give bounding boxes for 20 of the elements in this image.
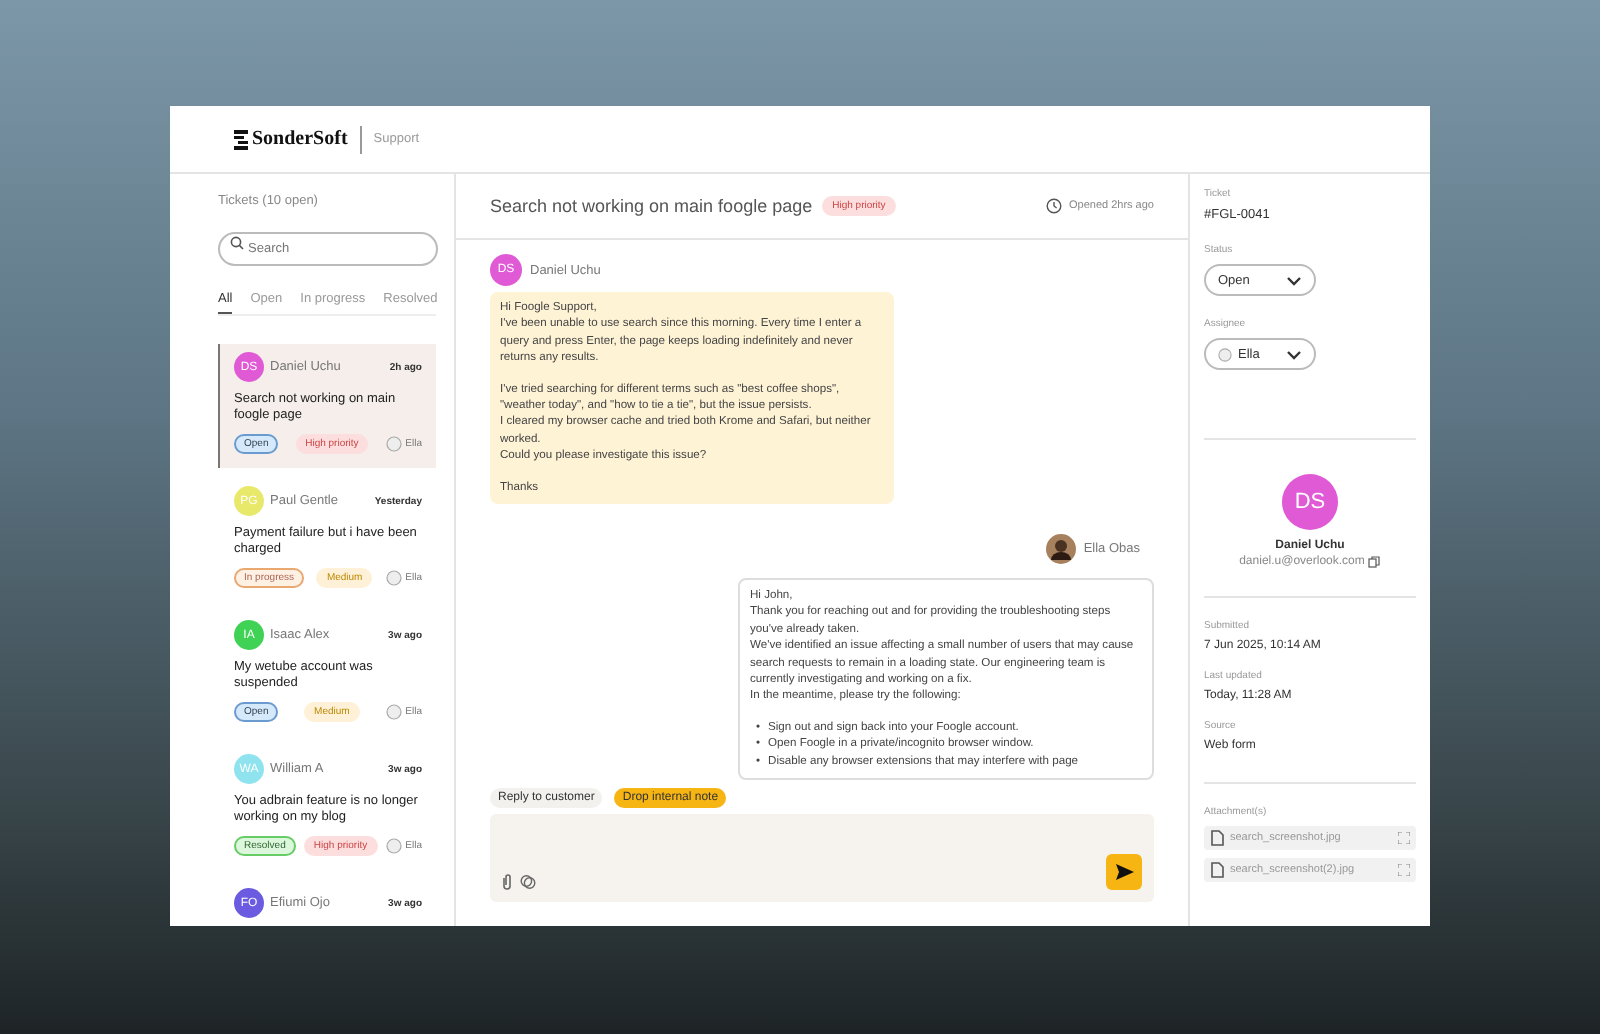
- agent-avatar-icon: [1045, 533, 1076, 563]
- clock-icon: [1046, 198, 1063, 214]
- customer-avatar: DS: [1282, 474, 1338, 530]
- brand-name: SonderSoft: [252, 128, 348, 150]
- assignee-avatar-icon: [1218, 347, 1232, 361]
- emoji-icon[interactable]: [520, 874, 536, 890]
- logo-icon: [234, 129, 248, 149]
- message-input[interactable]: [490, 814, 1154, 902]
- assignee-avatar-icon: [385, 703, 402, 720]
- chevron-down-icon: [1286, 349, 1302, 359]
- copy-icon[interactable]: [1368, 556, 1381, 568]
- ticket-title: Search not working on main foogle page: [490, 196, 813, 216]
- chevron-down-icon: [1286, 275, 1302, 285]
- assignee-avatar-icon: [385, 837, 402, 854]
- send-icon: [1115, 864, 1133, 880]
- assignee-avatar-icon: [385, 569, 402, 586]
- search-icon: [230, 236, 244, 250]
- paperclip-icon[interactable]: [502, 874, 512, 890]
- send-button[interactable]: [1106, 854, 1142, 890]
- assignee-avatar-icon: [385, 435, 402, 452]
